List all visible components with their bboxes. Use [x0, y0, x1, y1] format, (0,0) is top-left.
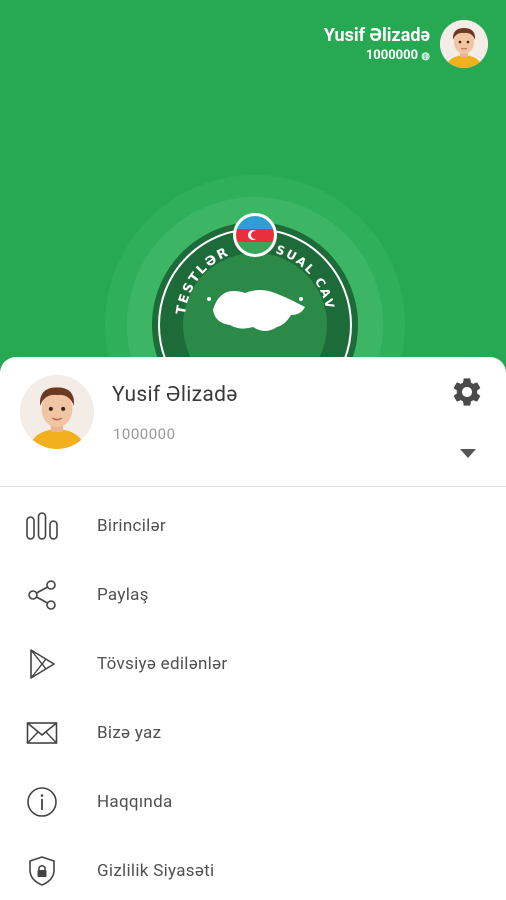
leaderboard-icon — [20, 504, 64, 548]
menu-item-label: Haqqında — [97, 791, 173, 812]
header-user-name: Yusif Əlizadə — [323, 24, 430, 46]
menu-item-label: Gizlilik Siyasəti — [97, 860, 215, 881]
settings-gear-icon[interactable] — [450, 375, 484, 409]
info-icon — [20, 780, 64, 824]
share-icon — [20, 573, 64, 617]
expand-chevron-down-icon[interactable] — [460, 449, 476, 458]
header-coins: 1000000 ◍ — [324, 48, 430, 65]
app-logo: TESTLƏR SUAL CAVAB — [99, 164, 405, 360]
play-store-icon — [20, 642, 64, 686]
header-avatar[interactable] — [440, 20, 488, 68]
menu-item-label: Paylaş — [97, 584, 149, 605]
menu-item-contact[interactable]: Bizə yaz — [0, 698, 506, 767]
menu-item-label: Tövsiyə edilənlər — [97, 653, 228, 674]
menu-item-leaders[interactable]: Birincilər — [0, 491, 506, 560]
menu-item-recommended[interactable]: Tövsiyə edilənlər — [0, 629, 506, 698]
menu-item-label: Bizə yaz — [97, 722, 162, 743]
header-user-info[interactable]: Yusif Əlizadə 1000000 ◍ — [324, 20, 488, 68]
menu-item-about[interactable]: Haqqında — [0, 767, 506, 836]
app-header: Yusif Əlizadə 1000000 ◍ TESTLƏR SUAL CAV — [0, 0, 506, 360]
drawer-menu: Birincilər Paylaş Tövsiyə edilənlər Bizə… — [0, 491, 506, 900]
drawer-avatar[interactable] — [20, 375, 94, 449]
menu-item-privacy[interactable]: Gizlilik Siyasəti — [0, 836, 506, 900]
drawer-profile: Yusif Əlizadə 1000000 — [0, 357, 506, 487]
header-coins-value: 1000000 — [365, 47, 419, 63]
mail-icon — [20, 711, 64, 755]
privacy-shield-icon — [20, 849, 64, 893]
drawer-user-name: Yusif Əlizadə — [112, 383, 238, 407]
navigation-drawer: Yusif Əlizadə 1000000 Birincilər Paylaş … — [0, 357, 506, 900]
menu-item-share[interactable]: Paylaş — [0, 560, 506, 629]
drawer-coins: 1000000 — [113, 425, 176, 443]
coin-icon: ◍ — [421, 50, 430, 62]
menu-item-label: Birincilər — [97, 515, 166, 536]
